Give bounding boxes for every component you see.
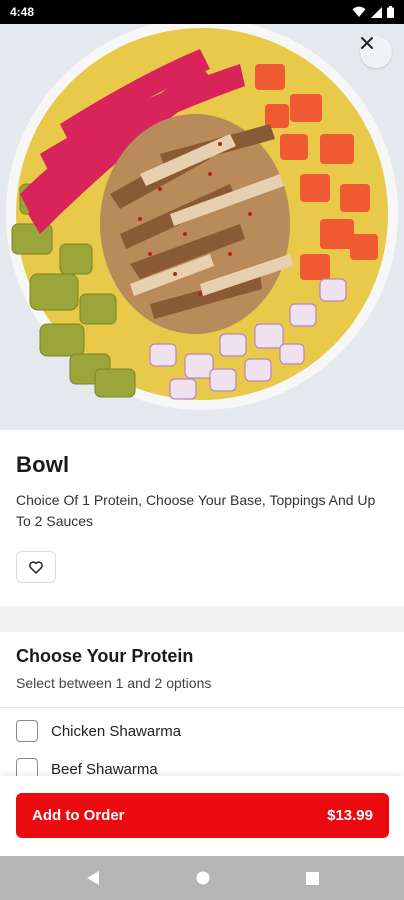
option-label: Chicken Shawarma	[51, 722, 182, 740]
status-time: 4:48	[10, 5, 35, 19]
protein-section: Choose Your Protein Select between 1 and…	[16, 646, 388, 691]
section-title: Choose Your Protein	[16, 646, 194, 666]
heart-outline-icon	[29, 560, 43, 574]
back-icon[interactable]	[86, 870, 100, 886]
price-label: $13.99	[327, 807, 373, 824]
wifi-icon	[352, 6, 366, 17]
option-label: Beef Shawarma	[51, 760, 158, 778]
item-info: Bowl Choice Of 1 Protein, Choose Your Ba…	[16, 452, 388, 532]
status-bar: 4:48	[0, 0, 404, 24]
item-description: Choice Of 1 Protein, Choose Your Base, T…	[16, 492, 376, 529]
section-subtitle: Select between 1 and 2 options	[16, 675, 212, 691]
close-icon	[361, 37, 373, 49]
divider-line	[0, 707, 404, 708]
checkbox[interactable]	[16, 720, 38, 742]
food-photo	[0, 24, 404, 430]
option-chicken-shawarma[interactable]: Chicken Shawarma	[16, 719, 181, 743]
add-to-order-label: Add to Order	[32, 807, 125, 824]
bowl-illustration	[6, 24, 398, 410]
section-divider	[0, 606, 404, 632]
favorite-button[interactable]	[16, 551, 56, 583]
item-title: Bowl	[16, 452, 70, 477]
signal-icon	[371, 6, 382, 18]
order-footer: Add to Order $13.99	[0, 776, 404, 856]
system-nav-bar	[0, 856, 404, 900]
add-to-order-button[interactable]: Add to Order $13.99	[16, 793, 389, 838]
battery-icon	[387, 6, 394, 18]
status-icons	[352, 6, 394, 18]
home-icon[interactable]	[196, 871, 210, 885]
close-button[interactable]	[360, 36, 392, 68]
recents-icon[interactable]	[305, 871, 319, 885]
